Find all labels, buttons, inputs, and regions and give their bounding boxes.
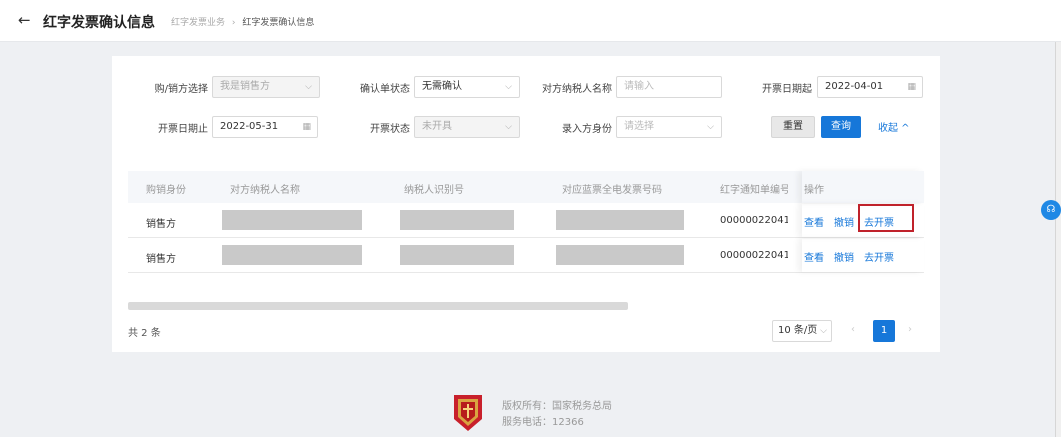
collapse-toggle[interactable]: 收起 ^ [878,119,910,134]
invoice-status-select[interactable]: 未开具 ⌵ [414,116,520,138]
red-notice-number: 000000220410 [720,215,788,226]
redacted-counterparty-name [222,245,362,265]
view-link[interactable]: 查看 [804,214,824,229]
annotation-highlight-box [858,204,914,232]
breadcrumb-separator: › [231,18,236,28]
buyer-seller-role: 销售方 [146,254,176,265]
breadcrumb: 红字发票业务 › 红字发票确认信息 [171,15,314,28]
date-end-value: 2022-05-31 [220,121,279,132]
invoice-status-label: 开票状态 [370,124,410,135]
revoke-link[interactable]: 撤销 [834,249,854,264]
buyer-seller-value: 我是销售方 [220,81,270,92]
right-scrollbar[interactable] [1055,42,1061,437]
date-end-picker[interactable]: 2022-05-31 ▦ [212,116,318,138]
page-size-select[interactable]: 10 条/页 ⌵ [772,320,832,342]
issue-invoice-link[interactable]: 去开票 [864,249,894,264]
redacted-invoice-number [556,245,684,265]
breadcrumb-current: 红字发票确认信息 [242,18,315,28]
next-page-button[interactable]: › [908,324,912,335]
column-header: 红字通知单编号 [720,185,788,196]
buyer-seller-label: 购/销方选择 [154,84,208,95]
table-row: 销售方 000000220410 查看 撤销 去开票 [128,239,924,273]
breadcrumb-parent[interactable]: 红字发票业务 [171,18,225,28]
total-count: 共 2 条 [128,328,161,339]
date-start-value: 2022-04-01 [825,81,884,92]
entry-role-label: 录入方身份 [562,124,612,135]
counterparty-name-label: 对方纳税人名称 [542,84,612,95]
counterparty-name-placeholder: 请输入 [624,81,654,92]
chevron-down-icon: ⌵ [505,122,512,132]
date-start-label: 开票日期起 [762,84,812,95]
table-row: 销售方 000000220410 查看 撤销 去开票 [128,204,924,238]
date-start-picker[interactable]: 2022-04-01 ▦ [817,76,923,98]
column-header: 购销身份 [146,185,186,196]
footer-info: 版权所有：国家税务总局 服务电话：12366 [502,399,612,431]
chevron-down-icon: ⌵ [707,122,714,132]
headset-help-icon[interactable]: ☊ [1041,200,1061,220]
table-horizontal-scrollbar[interactable] [128,302,628,310]
column-header: 对方纳税人名称 [230,185,300,196]
redacted-counterparty-name [222,210,362,230]
revoke-link[interactable]: 撤销 [834,214,854,229]
footer-phone: 服务电话：12366 [502,417,584,428]
page-size-value: 10 条/页 [778,325,818,336]
back-arrow-icon[interactable]: ← [18,11,31,29]
calendar-icon: ▦ [907,82,916,92]
footer-copyright: 版权所有：国家税务总局 [502,401,612,412]
date-end-label: 开票日期止 [158,124,208,135]
entry-role-select[interactable]: 请选择 ⌵ [616,116,722,138]
view-link[interactable]: 查看 [804,249,824,264]
prev-page-button[interactable]: ‹ [851,324,855,335]
red-notice-number: 000000220410 [720,250,788,261]
confirm-status-select[interactable]: 无需确认 ⌵ [414,76,520,98]
reset-button[interactable]: 重置 [771,116,815,138]
redacted-taxpayer-id [400,245,514,265]
page-title: 红字发票确认信息 [43,15,155,31]
column-header: 纳税人识别号 [404,185,464,196]
buyer-seller-select[interactable]: 我是销售方 ⌵ [212,76,320,98]
invoice-status-value: 未开具 [422,121,452,132]
confirm-status-value: 无需确认 [422,81,462,92]
query-button[interactable]: 查询 [821,116,861,138]
entry-role-placeholder: 请选择 [624,121,654,132]
chevron-down-icon: ⌵ [305,82,312,92]
chevron-down-icon: ⌵ [820,326,827,336]
tax-bureau-emblem-icon [454,395,482,431]
column-header: 操作 [804,185,824,196]
counterparty-name-input[interactable]: 请输入 [616,76,722,98]
calendar-icon: ▦ [302,122,311,132]
buyer-seller-role: 销售方 [146,219,176,230]
top-bar: ← 红字发票确认信息 红字发票业务 › 红字发票确认信息 [0,0,1061,42]
column-header: 对应蓝票全电发票号码 [562,185,662,196]
main-card: 购/销方选择 我是销售方 ⌵ 确认单状态 无需确认 ⌵ 对方纳税人名称 请输入 … [112,56,940,352]
confirm-status-label: 确认单状态 [360,84,410,95]
chevron-down-icon: ⌵ [505,82,512,92]
page-number-current[interactable]: 1 [873,320,895,342]
redacted-taxpayer-id [400,210,514,230]
redacted-invoice-number [556,210,684,230]
table-header: 购销身份 对方纳税人名称 纳税人识别号 对应蓝票全电发票号码 红字通知单编号 操… [128,171,924,203]
